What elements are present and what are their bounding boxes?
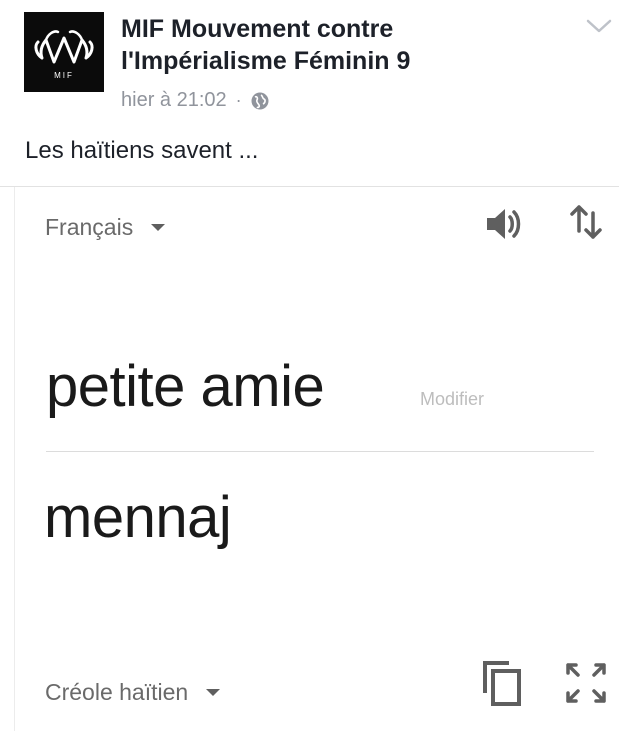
divider — [46, 451, 594, 452]
target-language-label: Créole haïtien — [45, 679, 189, 705]
post-timestamp[interactable]: hier à 21:02 — [121, 89, 227, 112]
source-language-label: Français — [45, 214, 134, 240]
post-text: Les haïtiens savent ... — [25, 137, 259, 164]
caret-down-icon — [206, 689, 221, 696]
swap-languages-icon[interactable] — [568, 201, 604, 243]
translation-card: Français petite amie Modifier mennaj Cré… — [0, 186, 619, 731]
fullscreen-icon[interactable] — [564, 661, 608, 705]
globe-icon[interactable] — [251, 92, 269, 110]
source-text: petite amie — [46, 354, 325, 419]
post-header: MIF MIF Mouvement contre l'Impérialisme … — [0, 0, 619, 164]
copy-icon[interactable] — [480, 657, 524, 707]
chevron-down-icon[interactable] — [585, 16, 613, 36]
post-meta: hier à 21:02 · — [121, 89, 269, 112]
source-language-select[interactable]: Français — [45, 214, 166, 241]
page-avatar[interactable]: MIF — [24, 12, 104, 92]
speaker-icon[interactable] — [484, 203, 526, 245]
edit-link[interactable]: Modifier — [420, 389, 484, 410]
target-language-select[interactable]: Créole haïtien — [45, 679, 221, 706]
card-edge — [14, 187, 15, 731]
caret-down-icon — [151, 224, 166, 231]
avatar-letters: MIF — [54, 71, 74, 80]
mif-logo-icon: MIF — [34, 30, 94, 80]
meta-separator: · — [235, 90, 242, 110]
page-name-link[interactable]: MIF Mouvement contre l'Impérialisme Fémi… — [121, 13, 551, 77]
translated-text: mennaj — [44, 485, 232, 550]
